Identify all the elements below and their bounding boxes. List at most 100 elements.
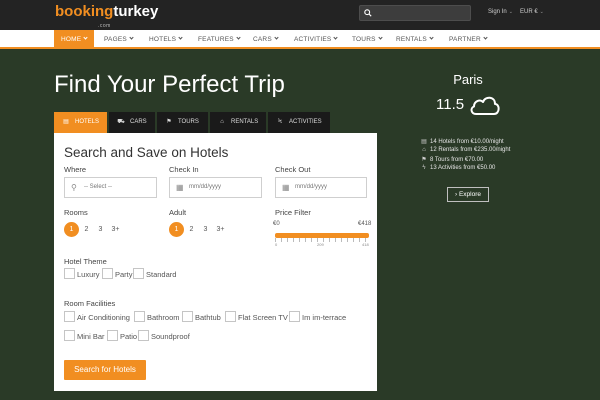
home-icon: ⌂ (220, 119, 224, 125)
rooms-option-2[interactable]: 2 (79, 222, 94, 237)
stat-text: 13 Activities from €50.00 (430, 165, 496, 171)
price-scale-mid: 209 (317, 242, 324, 247)
checkin-label: Check In (169, 165, 199, 174)
chevron-down-icon: ⌄ (539, 9, 544, 15)
where-value: -- Select -- (84, 184, 113, 190)
nav-item-label: Rentals (396, 36, 427, 43)
tab-label: Activities (289, 119, 322, 125)
nav-item-hotels[interactable]: Hotels (149, 30, 183, 49)
hotel-icon: ▤ (421, 139, 427, 145)
car-icon: ⛟ (117, 119, 125, 125)
checkbox-label-flat-screen-tv: Flat Screen TV (238, 313, 288, 322)
hotel-theme-label: Hotel Theme (64, 257, 107, 266)
tab-activities[interactable]: ϟ Activities (268, 112, 330, 133)
checkin-placeholder: mm/dd/yyyy (189, 184, 222, 190)
search-icon (364, 9, 372, 17)
checkbox-bathtub[interactable] (182, 311, 193, 322)
rooms-option-3[interactable]: 3 (93, 222, 108, 237)
nav-item-partner[interactable]: Partner (449, 30, 488, 49)
tab-cars[interactable]: ⛟ Cars (109, 112, 155, 133)
nav-item-label: Hotels (149, 36, 177, 43)
chevron-down-icon (236, 35, 241, 40)
currency-label: EUR € (520, 9, 538, 15)
checkout-placeholder: mm/dd/yyyy (295, 184, 328, 190)
stat-text: 12 Rentals from €235.00/night (430, 147, 511, 153)
cloud-icon (470, 96, 500, 115)
flag-icon: ⚑ (166, 119, 172, 125)
checkbox-label-patio: Patio (120, 332, 138, 341)
sign-in-link[interactable]: Sign In ⌄ (488, 9, 513, 15)
nav-item-tours[interactable]: Tours (352, 30, 383, 49)
checkbox-luxury[interactable] (64, 268, 75, 279)
tab-label: Hotels (75, 119, 100, 125)
adult-option-2[interactable]: 2 (184, 222, 199, 237)
checkbox-mini-bar[interactable] (64, 330, 75, 341)
stat-text: 8 Tours from €70.00 (430, 157, 484, 163)
explore-button[interactable]: › Explore (447, 187, 489, 202)
nav-item-features[interactable]: Features (198, 30, 241, 49)
main-nav: Home Pages Hotels Features Cars Activiti… (0, 30, 600, 49)
flag-icon: ⚑ (421, 157, 427, 163)
nav-item-label: Features (198, 36, 234, 43)
checkbox-soundproof[interactable] (138, 330, 149, 341)
chevron-down-icon (129, 35, 134, 40)
hotel-search-form: Search and Save on Hotels Where ⚲ -- Sel… (54, 133, 377, 391)
tab-label: Rentals (231, 119, 259, 125)
search-hotels-button[interactable]: Search for Hotels (64, 360, 146, 380)
adult-option-1[interactable]: 1 (169, 222, 184, 237)
currency-selector[interactable]: EUR € ⌄ (520, 9, 544, 15)
temperature: 11.5 (436, 96, 465, 113)
checkbox-party[interactable] (102, 268, 113, 279)
checkbox-label-terrace: Im im-terrace (302, 313, 347, 322)
nav-item-activities[interactable]: Activities (294, 30, 339, 49)
checkbox-label-bathtub: Bathtub (195, 313, 221, 322)
rooms-option-1[interactable]: 1 (64, 222, 79, 237)
checkbox-label-party: Party (115, 270, 133, 279)
price-scale-min: 0 (275, 242, 278, 247)
checkin-date-field[interactable]: ▦ mm/dd/yyyy (169, 177, 262, 198)
stat-hotels: ▤ 14 Hotels from €10.00/night (420, 138, 540, 145)
checkbox-bathroom[interactable] (134, 311, 145, 322)
checkbox-terrace[interactable] (289, 311, 300, 322)
checkbox-flat-screen-tv[interactable] (225, 311, 236, 322)
nav-item-label: Activities (294, 36, 332, 43)
nav-item-rentals[interactable]: Rentals (396, 30, 434, 49)
room-facilities-label: Room Facilities (64, 299, 116, 308)
chevron-down-icon (333, 35, 339, 40)
price-min: €0 (273, 221, 280, 227)
nav-item-label: Partner (449, 36, 481, 43)
tab-rentals[interactable]: ⌂ Rentals (210, 112, 266, 133)
price-filter-label: Price Filter (275, 208, 311, 217)
where-label: Where (64, 165, 87, 174)
home-icon: ⌂ (422, 147, 426, 153)
nav-item-pages[interactable]: Pages (104, 30, 134, 49)
logo[interactable]: bookingturkey .com (55, 3, 159, 29)
explore-label: Explore (458, 191, 482, 198)
adult-option-3[interactable]: 3 (198, 222, 213, 237)
checkbox-patio[interactable] (107, 330, 118, 341)
hero-title: Find Your Perfect Trip (54, 71, 285, 98)
sign-in-label: Sign In (488, 9, 507, 15)
logo-part-turkey: turkey (113, 3, 159, 20)
tab-label: Cars (130, 119, 147, 125)
chevron-down-icon (83, 35, 88, 40)
price-scale-max: 418 (362, 242, 369, 247)
checkout-label: Check Out (275, 165, 311, 174)
chevron-down-icon: ⌄ (508, 9, 513, 15)
tab-tours[interactable]: ⚑ Tours (157, 112, 208, 133)
bolt-icon: ϟ (422, 165, 426, 171)
destination-city: Paris (453, 72, 483, 87)
checkout-date-field[interactable]: ▦ mm/dd/yyyy (275, 177, 367, 198)
nav-item-label: Home (61, 36, 82, 43)
where-select[interactable]: ⚲ -- Select -- (64, 177, 157, 198)
top-bar: bookingturkey .com Sign In ⌄ EUR € ⌄ (0, 0, 600, 30)
nav-item-home[interactable]: Home (54, 30, 95, 49)
tab-hotels[interactable]: ▤ Hotels (54, 112, 107, 133)
rooms-option-3plus[interactable]: 3+ (108, 222, 123, 237)
checkbox-standard[interactable] (133, 268, 144, 279)
stat-rentals: ⌂ 12 Rentals from €235.00/night (420, 147, 540, 153)
adult-option-3plus[interactable]: 3+ (213, 222, 228, 237)
nav-item-cars[interactable]: Cars (253, 30, 279, 49)
search-input[interactable] (359, 5, 471, 21)
checkbox-air-conditioning[interactable] (64, 311, 75, 322)
